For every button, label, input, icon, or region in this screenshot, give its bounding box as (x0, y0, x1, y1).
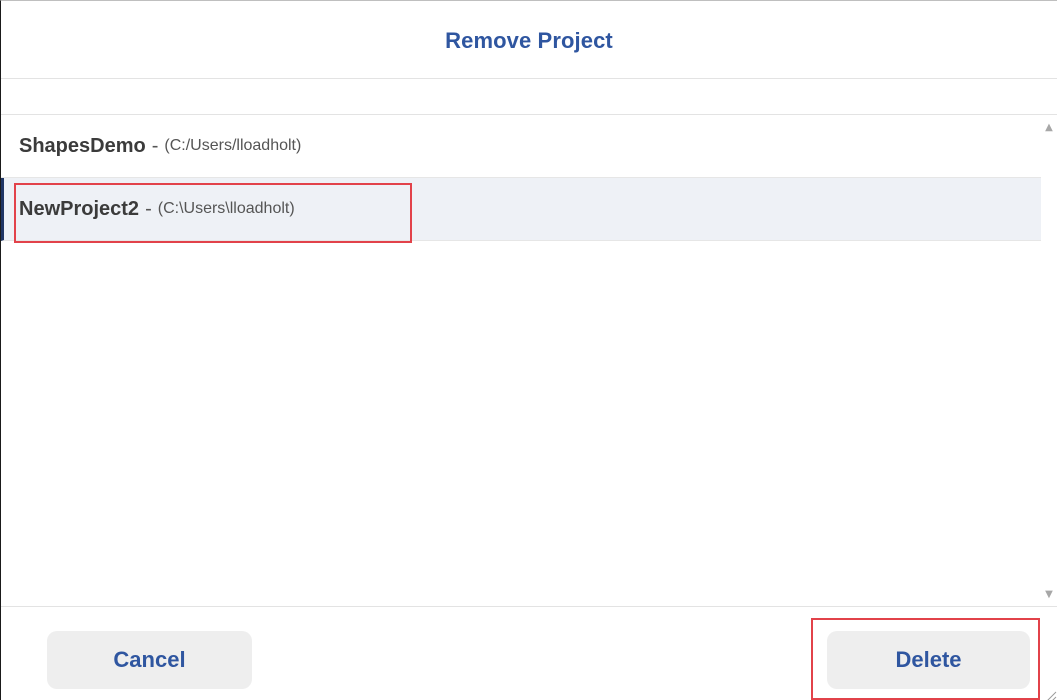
dialog-title: Remove Project (445, 27, 613, 53)
project-path: (C:/Users/lloadholt) (164, 137, 302, 154)
remove-project-dialog: Remove Project ShapesDemo - (C:/Users/ll… (0, 0, 1057, 700)
list-scrollbar[interactable]: ▲ ▼ (1041, 115, 1057, 606)
scroll-up-arrow-icon[interactable]: ▲ (1041, 117, 1057, 137)
project-separator: - (145, 197, 152, 220)
dialog-header: Remove Project (1, 1, 1057, 79)
dialog-footer: Cancel Delete (1, 606, 1057, 700)
list-header-spacer (1, 79, 1057, 115)
cancel-button[interactable]: Cancel (47, 631, 252, 689)
project-separator: - (151, 134, 159, 157)
project-list-item-shapesdemo[interactable]: ShapesDemo - (C:/Users/lloadholt) (1, 115, 1041, 178)
project-name: NewProject2 (19, 197, 140, 220)
project-list: ShapesDemo - (C:/Users/lloadholt) NewPro… (1, 115, 1041, 606)
resize-grip-icon[interactable] (1043, 688, 1057, 700)
scroll-down-arrow-icon[interactable]: ▼ (1041, 584, 1057, 604)
delete-button[interactable]: Delete (827, 631, 1030, 689)
project-name: ShapesDemo (19, 134, 146, 157)
project-path: (C:\Users\lloadholt) (157, 200, 295, 217)
project-list-item-newproject2[interactable]: NewProject2 - (C:\Users\lloadholt) (1, 178, 1041, 241)
